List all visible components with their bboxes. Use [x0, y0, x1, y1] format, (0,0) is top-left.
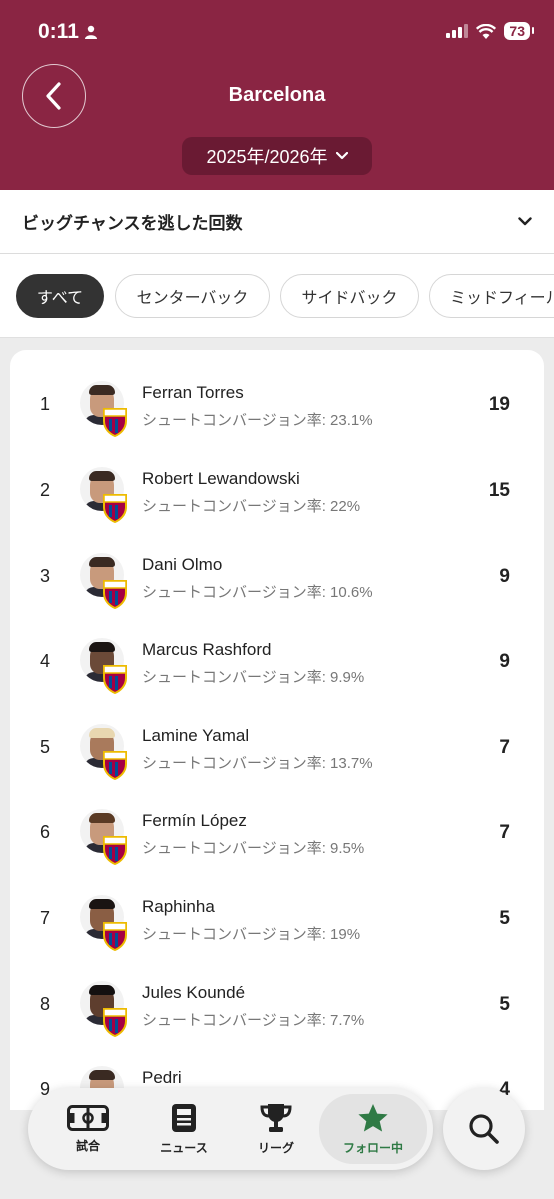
filter-chip-all[interactable]: すべて — [16, 274, 104, 318]
player-row[interactable]: 7 Raphinha シュートコンバージョン率: 19% 5 — [10, 870, 544, 955]
chevron-down-icon — [518, 217, 532, 226]
stat-value: 9 — [499, 566, 510, 587]
filter-chip-center-back[interactable]: センターバック — [115, 274, 270, 318]
page-title: Barcelona — [228, 84, 326, 106]
player-stat-detail: シュートコンバージョン率: 13.7% — [142, 755, 373, 772]
club-crest-icon — [103, 408, 127, 437]
pitch-icon — [67, 1104, 109, 1131]
nav-leagues[interactable]: リーグ — [228, 1088, 324, 1170]
player-stat-detail: シュートコンバージョン率: 7.7% — [142, 1012, 365, 1029]
season-selector[interactable]: 2025年/2026年 — [182, 137, 372, 175]
search-button[interactable] — [443, 1088, 525, 1170]
player-name: Marcus Rashford — [142, 640, 272, 659]
player-name: Raphinha — [142, 897, 215, 916]
rank-number: 7 — [40, 908, 51, 928]
player-row[interactable]: 6 Fermín López シュートコンバージョン率: 9.5% 7 — [10, 784, 544, 869]
battery-indicator: 73 — [504, 22, 534, 40]
player-name: Lamine Yamal — [142, 726, 250, 745]
player-stat-detail: シュートコンバージョン率: 9.5% — [142, 840, 365, 857]
player-stat-detail: シュートコンバージョン率: 23.1% — [142, 412, 373, 429]
rank-number: 6 — [40, 822, 51, 842]
player-row[interactable]: 3 Dani Olmo シュートコンバージョン率: 10.6% 9 — [10, 528, 544, 613]
club-crest-icon — [103, 1008, 127, 1037]
club-crest-icon — [103, 494, 127, 523]
news-icon — [172, 1103, 196, 1132]
stat-value: 5 — [499, 994, 510, 1015]
player-stat-detail: シュートコンバージョン率: 19% — [142, 926, 361, 943]
rank-number: 5 — [40, 737, 51, 757]
stat-value: 7 — [499, 737, 510, 758]
player-row[interactable]: 2 Robert Lewandowski シュートコンバージョン率: 22% 1… — [10, 442, 544, 527]
club-crest-icon — [103, 665, 127, 694]
club-crest-icon — [103, 751, 127, 780]
club-crest-icon — [103, 580, 127, 609]
nav-following[interactable]: フォロー中 — [319, 1094, 427, 1164]
nav-following-label: フォロー中 — [342, 1140, 403, 1155]
wifi-icon — [476, 23, 497, 39]
stat-type-dropdown[interactable]: ビッグチャンスを逃した回数 — [0, 190, 554, 254]
status-indicators: 73 — [446, 22, 534, 40]
person-icon — [85, 25, 97, 39]
stat-type-label: ビッグチャンスを逃した回数 — [22, 214, 243, 233]
player-name: Jules Koundé — [142, 983, 246, 1002]
filter-chip-midfielder[interactable]: ミッドフィール — [429, 274, 554, 318]
player-name: Robert Lewandowski — [142, 469, 300, 488]
stat-value: 7 — [499, 822, 510, 843]
player-name: Pedri — [142, 1068, 182, 1087]
filter-chip-side-back[interactable]: サイドバック — [280, 274, 419, 318]
player-stat-detail: シュートコンバージョン率: 10.6% — [142, 584, 373, 601]
stat-value: 9 — [499, 651, 510, 672]
stat-value: 19 — [488, 394, 510, 415]
nav-news-label: ニュース — [160, 1140, 208, 1155]
stat-value: 15 — [488, 480, 510, 501]
nav-matches-label: 試合 — [75, 1138, 100, 1153]
signal-icon — [446, 24, 469, 38]
status-time: 0:11 — [38, 20, 79, 43]
club-crest-icon — [103, 922, 127, 951]
bottom-navigation: 試合 ニュース リーグ フォロー中 — [28, 1088, 433, 1170]
player-row[interactable]: 1 Ferran Torres シュートコンバージョン率: 23.1% 19 — [10, 356, 544, 441]
nav-leagues-label: リーグ — [257, 1140, 294, 1155]
rank-number: 8 — [40, 994, 51, 1014]
player-name: Fermín López — [142, 811, 247, 830]
season-label: 2025年/2026年 — [206, 147, 328, 167]
nav-news[interactable]: ニュース — [136, 1088, 232, 1170]
rank-number: 1 — [40, 394, 51, 414]
player-row[interactable]: 8 Jules Koundé シュートコンバージョン率: 7.7% 5 — [10, 956, 544, 1041]
club-crest-icon — [103, 836, 127, 865]
player-stat-detail: シュートコンバージョン率: 22% — [142, 498, 361, 515]
chevron-down-icon — [335, 152, 348, 160]
trophy-icon — [260, 1103, 292, 1132]
player-name: Ferran Torres — [142, 383, 244, 402]
position-filter-bar: すべて センターバック サイドバック ミッドフィール — [0, 254, 554, 338]
player-row[interactable]: 5 Lamine Yamal シュートコンバージョン率: 13.7% 7 — [10, 699, 544, 784]
player-ranking-list: 1 Ferran Torres シュートコンバージョン率: 23.1% 19 2… — [10, 350, 544, 1110]
rank-number: 3 — [40, 566, 51, 586]
player-row[interactable]: 4 Marcus Rashford シュートコンバージョン率: 9.9% 9 — [10, 613, 544, 698]
player-stat-detail: シュートコンバージョン率: 9.9% — [142, 669, 365, 686]
stat-value: 5 — [499, 908, 510, 929]
rank-number: 2 — [40, 480, 51, 500]
search-icon — [469, 1114, 499, 1144]
nav-matches[interactable]: 試合 — [40, 1088, 136, 1170]
star-icon — [358, 1103, 388, 1131]
player-name: Dani Olmo — [142, 555, 223, 574]
header-bar: 0:11 73 Barcelona 2025年/2026年 — [0, 0, 554, 190]
rank-number: 4 — [40, 651, 51, 671]
